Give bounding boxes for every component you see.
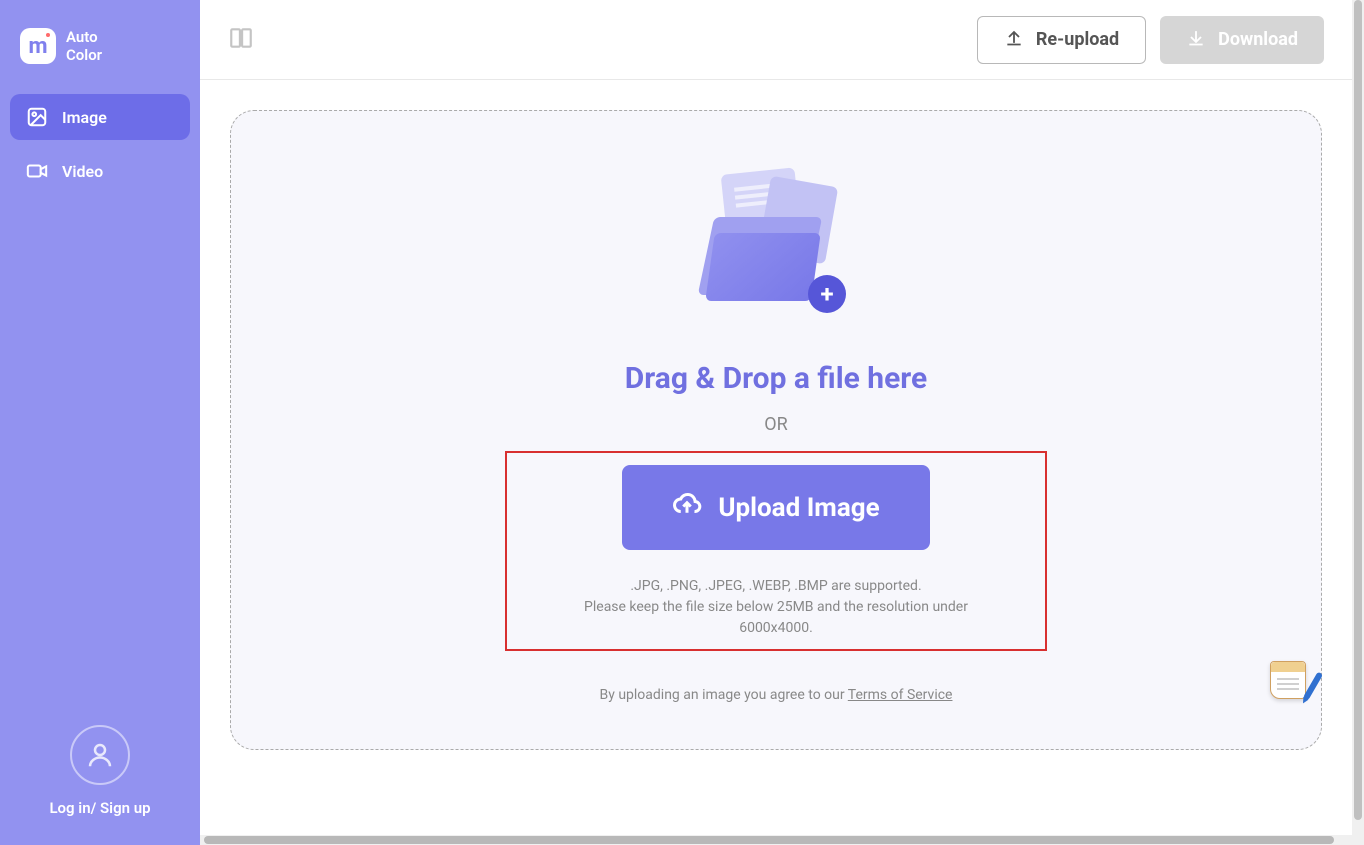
terms-of-service-link[interactable]: Terms of Service	[848, 687, 953, 703]
plus-icon: +	[808, 275, 846, 313]
logo-icon: m	[20, 28, 56, 64]
download-button: Download	[1160, 16, 1324, 64]
video-icon	[26, 160, 48, 182]
folder-upload-illustration: +	[696, 171, 856, 321]
sidebar-item-label: Image	[62, 108, 107, 127]
dropzone-or: OR	[764, 414, 787, 435]
supported-formats-text: .JPG, .PNG, .JPEG, .WEBP, .BMP are suppo…	[630, 576, 921, 597]
upload-image-button[interactable]: Upload Image	[622, 465, 929, 550]
sidebar-item-label: Video	[62, 162, 103, 181]
login-signup-link[interactable]: Log in/ Sign up	[49, 799, 150, 817]
image-icon	[26, 106, 48, 128]
sidebar-item-image[interactable]: Image	[10, 94, 190, 140]
upload-icon	[1004, 27, 1024, 52]
annotation-highlight: Upload Image .JPG, .PNG, .JPEG, .WEBP, .…	[505, 451, 1047, 651]
topbar: Re-upload Download	[200, 0, 1352, 80]
vertical-scrollbar[interactable]	[1352, 0, 1364, 845]
brand-logo[interactable]: m Auto Color	[0, 0, 200, 84]
dropzone[interactable]: + Drag & Drop a file here OR Upload Imag…	[230, 110, 1322, 750]
sidebar-item-video[interactable]: Video	[10, 148, 190, 194]
sidebar: m Auto Color Image Video Log in/ Sign up	[0, 0, 200, 845]
compare-icon[interactable]	[228, 25, 254, 55]
avatar-icon[interactable]	[70, 725, 130, 785]
auth-section: Log in/ Sign up	[0, 725, 200, 845]
feedback-button[interactable]	[1270, 661, 1314, 705]
cloud-upload-icon	[672, 489, 702, 526]
notepad-icon	[1270, 661, 1306, 699]
brand-name: Auto Color	[66, 28, 102, 64]
download-icon	[1186, 27, 1206, 52]
reupload-button[interactable]: Re-upload	[977, 16, 1146, 64]
size-limit-text: Please keep the file size below 25MB and…	[547, 597, 1005, 639]
content: + Drag & Drop a file here OR Upload Imag…	[200, 80, 1352, 845]
sidebar-nav: Image Video	[0, 84, 200, 204]
horizontal-scrollbar[interactable]	[200, 835, 1352, 845]
terms-text: By uploading an image you agree to our T…	[600, 687, 953, 703]
dropzone-title: Drag & Drop a file here	[625, 361, 927, 396]
main-area: Re-upload Download + Drag & Drop a file …	[200, 0, 1352, 845]
